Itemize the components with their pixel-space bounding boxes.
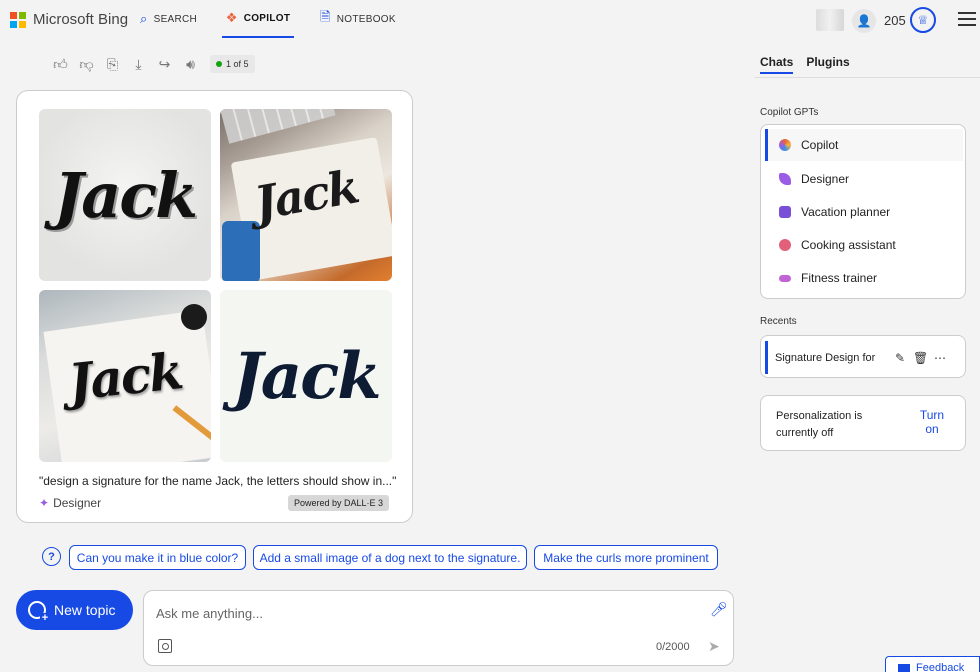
gpt-item-cooking-assistant[interactable]: Cooking assistant <box>765 229 963 261</box>
user-avatar-icon[interactable]: 👤 <box>852 9 876 33</box>
char-counter: 0/2000 <box>656 641 690 653</box>
gpt-item-label: Fitness trainer <box>801 271 878 285</box>
thumbs-up-icon[interactable]: 👍︎ <box>52 56 69 73</box>
personalization-text: Personalization is currently off <box>776 410 863 439</box>
suitcase-icon <box>779 206 791 218</box>
hamburger-menu-icon[interactable] <box>958 12 976 26</box>
dumbbell-icon <box>779 274 791 282</box>
designer-icon <box>779 173 791 185</box>
gpt-item-copilot[interactable]: Copilot <box>765 129 963 161</box>
feedback-label: Feedback <box>916 662 965 672</box>
brand-name: Microsoft Bing <box>33 11 129 28</box>
gpt-item-designer[interactable]: Designer <box>765 163 963 195</box>
thumbs-down-icon[interactable]: 👎︎ <box>78 56 95 73</box>
designer-icon: ✦ <box>39 496 50 510</box>
tab-search[interactable]: ⌕ SEARCH <box>140 0 197 38</box>
response-actions: 👍︎ 👎︎ ⎘ ⤓ ↪ 🔊︎ 1 of 5 <box>52 55 255 73</box>
visual-search-icon[interactable] <box>158 639 172 653</box>
search-icon: ⌕ <box>140 11 148 26</box>
tab-notebook-label: NOTEBOOK <box>336 13 396 25</box>
edit-pencil-icon[interactable]: ✎ <box>893 351 907 365</box>
notebook-icon: 🗎 <box>320 9 331 24</box>
tab-copilot[interactable]: ❖ COPILOT <box>222 0 294 38</box>
rewards-points[interactable]: 205 <box>884 13 906 28</box>
recent-chat-title: Signature Design for <box>775 351 876 364</box>
bing-logo[interactable]: Microsoft Bing <box>10 11 128 28</box>
recents-title: Recents <box>760 316 797 327</box>
generated-image-4[interactable]: Jack <box>220 290 392 462</box>
chat-composer: 🎤︎ 0/2000 ➤ <box>143 590 734 666</box>
share-icon[interactable]: ↪ <box>156 56 173 73</box>
gpt-item-fitness-trainer[interactable]: Fitness trainer <box>765 262 963 294</box>
feedback-button[interactable]: Feedback <box>885 656 980 672</box>
response-pager: 1 of 5 <box>210 55 255 73</box>
delete-trash-icon[interactable]: 🗑︎ <box>913 351 928 365</box>
suggestion-chip-3[interactable]: Make the curls more prominent <box>534 545 718 570</box>
feedback-icon <box>898 663 910 672</box>
tab-notebook[interactable]: 🗎 NOTEBOOK <box>320 0 396 38</box>
new-chat-icon <box>28 601 50 623</box>
chat-input[interactable] <box>156 603 696 623</box>
tab-search-label: SEARCH <box>153 13 198 25</box>
recent-chat-item[interactable]: Signature Design for ✎ 🗑︎ ⋯ <box>765 341 963 374</box>
designer-label: Designer <box>53 496 102 510</box>
tab-chats[interactable]: Chats <box>760 55 794 74</box>
image-2-lettering: Jack <box>250 159 362 231</box>
image-3-lettering: Jack <box>65 340 185 412</box>
blurred-username <box>816 9 844 31</box>
top-header: Microsoft Bing ⌕ SEARCH ❖ COPILOT 🗎 NOTE… <box>0 0 980 42</box>
image-1-lettering: Jack <box>53 158 198 232</box>
microphone-icon[interactable]: 🎤︎ <box>710 601 728 618</box>
microsoft-logo-icon <box>10 11 26 28</box>
suggestion-chip-1[interactable]: Can you make it in blue color? <box>69 545 246 570</box>
image-4-lettering: Jack <box>232 338 381 414</box>
copilot-icon: ❖ <box>225 10 238 25</box>
gpt-item-label: Designer <box>801 172 850 186</box>
sidebar-divider <box>755 77 980 78</box>
designer-source[interactable]: ✦ Designer <box>39 496 101 510</box>
pager-text: 1 of 5 <box>226 59 249 69</box>
powered-by-badge: Powered by DALL·E 3 <box>288 495 390 511</box>
send-icon[interactable]: ➤ <box>708 638 720 655</box>
gpt-item-label: Vacation planner <box>801 205 891 219</box>
copy-icon[interactable]: ⎘ <box>104 56 121 73</box>
sidebar-tabs: Chats Plugins <box>760 55 850 74</box>
generated-image-2[interactable]: Jack <box>220 109 392 281</box>
rewards-medal-icon[interactable]: ♕ <box>910 7 936 33</box>
copilot-gpts-title: Copilot GPTs <box>760 107 819 118</box>
new-topic-button[interactable]: New topic <box>16 590 133 630</box>
new-topic-label: New topic <box>54 602 116 618</box>
tab-plugins[interactable]: Plugins <box>806 55 849 74</box>
help-question-icon[interactable]: ? <box>42 547 61 566</box>
generated-image-3[interactable]: Jack <box>39 290 211 462</box>
generated-image-1[interactable]: Jack <box>39 109 211 281</box>
status-dot-icon <box>216 61 222 67</box>
turn-on-button[interactable]: Turn on <box>917 408 947 436</box>
download-icon[interactable]: ⤓ <box>130 56 147 73</box>
read-aloud-icon[interactable]: 🔊︎ <box>182 56 199 73</box>
gpt-item-label: Copilot <box>801 138 839 152</box>
personalization-card: Personalization is currently off Turn on <box>760 395 966 451</box>
gpt-item-label: Cooking assistant <box>801 238 896 252</box>
gpt-item-vacation-planner[interactable]: Vacation planner <box>765 196 963 228</box>
image-prompt-text: "design a signature for the name Jack, t… <box>39 474 397 488</box>
cooking-icon <box>779 239 791 251</box>
suggestion-chip-2[interactable]: Add a small image of a dog next to the s… <box>253 545 527 570</box>
more-options-icon[interactable]: ⋯ <box>933 351 947 365</box>
copilot-gpts-list: Copilot Designer Vacation planner Cookin… <box>760 124 966 299</box>
tab-copilot-label: COPILOT <box>243 12 291 24</box>
image-result-card: Jack Jack Jack Jack "design a signature … <box>16 90 413 523</box>
copilot-icon <box>779 139 791 151</box>
recents-list: Signature Design for ✎ 🗑︎ ⋯ <box>760 335 966 378</box>
